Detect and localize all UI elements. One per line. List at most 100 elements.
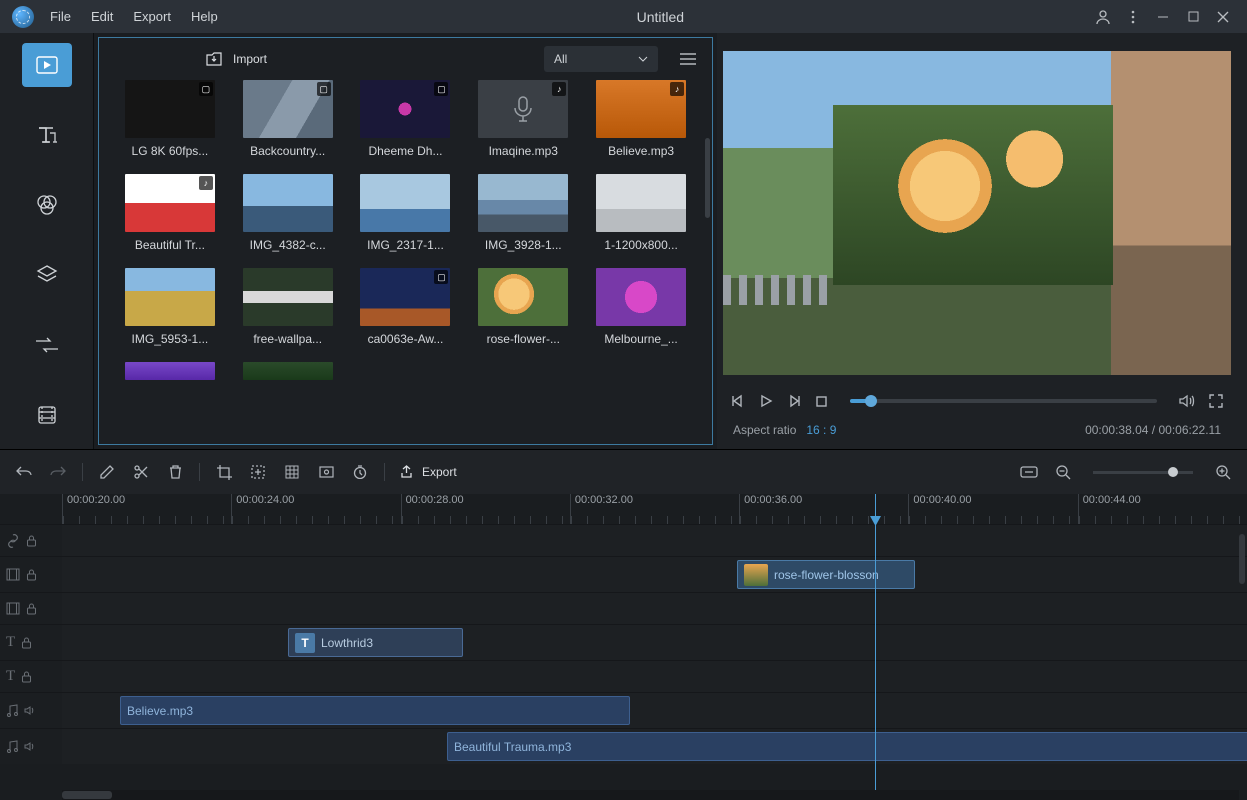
menu-edit[interactable]: Edit [83, 5, 121, 28]
split-button[interactable] [131, 465, 151, 479]
media-item[interactable]: IMG_5953-1... [117, 268, 223, 346]
menu-file[interactable]: File [42, 5, 79, 28]
mute-icon[interactable] [24, 705, 37, 716]
document-title: Untitled [226, 9, 1095, 25]
music-icon [6, 740, 18, 753]
close-icon[interactable] [1215, 9, 1231, 25]
clip-video-rose[interactable]: rose-flower-blosson [737, 560, 915, 589]
media-item[interactable]: IMG_3928-1... [470, 174, 576, 252]
seek-slider[interactable] [850, 399, 1157, 403]
media-type-badge-icon: ▢ [434, 82, 448, 96]
mosaic-button[interactable] [282, 465, 302, 479]
play-button[interactable] [759, 394, 773, 408]
media-item[interactable]: ♪Beautiful Tr... [117, 174, 223, 252]
preview-canvas[interactable] [723, 51, 1231, 375]
text-clip-icon: T [295, 633, 315, 653]
undo-button[interactable] [14, 465, 34, 479]
mute-icon[interactable] [24, 741, 37, 752]
crop-button[interactable] [214, 465, 234, 480]
lock-icon[interactable] [21, 637, 32, 649]
lock-icon[interactable] [26, 569, 37, 581]
media-item[interactable]: ♪Believe.mp3 [588, 80, 694, 158]
tool-overlays[interactable] [22, 253, 72, 297]
next-frame-button[interactable] [787, 394, 801, 408]
clip-audio-beautiful[interactable]: Beautiful Trauma.mp3 [447, 732, 1247, 761]
add-marker-button[interactable] [248, 465, 268, 479]
export-button[interactable]: Export [399, 465, 457, 479]
clip-audio-believe[interactable]: Believe.mp3 [120, 696, 630, 725]
media-grid: ▢LG 8K 60fps...▢Backcountry... ▢ Dheeme Dh… [99, 80, 712, 444]
minimize-icon[interactable] [1155, 9, 1171, 25]
account-icon[interactable] [1095, 9, 1111, 25]
edit-button[interactable] [97, 465, 117, 479]
media-item[interactable]: IMG_2317-1... [353, 174, 459, 252]
tool-text[interactable] [22, 113, 72, 157]
redo-button[interactable] [48, 465, 68, 479]
timeline-hscrollbar[interactable] [62, 790, 1239, 800]
media-item-label: Backcountry... [238, 144, 338, 158]
media-item[interactable]: 1-1200x800... [588, 174, 694, 252]
maximize-icon[interactable] [1185, 9, 1201, 25]
stop-button[interactable] [815, 395, 828, 408]
aspect-ratio-label: Aspect ratio [733, 423, 796, 437]
media-panel: Import All ▢LG 8K 60fps...▢Backcountry..… [98, 37, 713, 445]
fullscreen-button[interactable] [1209, 394, 1223, 408]
volume-button[interactable] [1179, 394, 1195, 408]
timeline-vscrollbar[interactable] [1239, 534, 1245, 584]
preview-pip-clip[interactable] [833, 105, 1113, 285]
fit-timeline-button[interactable] [1019, 466, 1039, 478]
media-item-label: Imaqine.mp3 [473, 144, 573, 158]
media-item[interactable] [117, 362, 223, 380]
lock-icon[interactable] [26, 535, 37, 547]
delete-button[interactable] [165, 465, 185, 479]
tool-filters[interactable] [22, 183, 72, 227]
kebab-menu-icon[interactable] [1125, 9, 1141, 25]
media-item-label: Dheeme Dh... [355, 144, 455, 158]
duration-button[interactable] [350, 465, 370, 479]
media-item[interactable] [235, 362, 341, 380]
import-button[interactable]: Import [115, 51, 267, 67]
aspect-ratio-value[interactable]: 16 : 9 [806, 423, 836, 437]
media-item[interactable]: free-wallpa... [235, 268, 341, 346]
tool-media[interactable] [22, 43, 72, 87]
media-item-label: IMG_5953-1... [120, 332, 220, 346]
zoom-out-button[interactable] [1053, 465, 1073, 480]
playhead[interactable] [875, 494, 876, 800]
prev-frame-button[interactable] [731, 394, 745, 408]
media-scrollbar[interactable] [705, 138, 710, 218]
media-item[interactable]: ▢Backcountry... [235, 80, 341, 158]
media-item[interactable]: IMG_4382-c... [235, 174, 341, 252]
media-item[interactable]: Melbourne_... [588, 268, 694, 346]
media-thumbnail [243, 174, 333, 232]
menu-export[interactable]: Export [125, 5, 179, 28]
preview-bg-decoration [1111, 51, 1231, 375]
media-item[interactable]: ♪Imaqine.mp3 [470, 80, 576, 158]
tool-elements[interactable] [22, 393, 72, 437]
zoom-slider[interactable] [1093, 471, 1193, 474]
freeze-frame-button[interactable] [316, 466, 336, 478]
media-filter-dropdown[interactable]: All [544, 46, 658, 72]
timeline-tracks: rose-flower-blosson T TLowthrid3 T Belie… [0, 524, 1247, 764]
filter-value: All [554, 52, 638, 66]
media-item[interactable]: rose-flower-... [470, 268, 576, 346]
list-view-toggle[interactable] [680, 52, 696, 66]
media-item-label: IMG_2317-1... [355, 238, 455, 252]
timeline-ruler[interactable]: 00:00:20.0000:00:24.0000:00:28.0000:00:3… [62, 494, 1247, 524]
left-toolstrip [0, 33, 94, 449]
zoom-in-button[interactable] [1213, 465, 1233, 480]
ruler-tick: 00:00:40.00 [908, 494, 1077, 524]
media-item[interactable]: ▢LG 8K 60fps... [117, 80, 223, 158]
tool-transitions[interactable] [22, 323, 72, 367]
ruler-tick: 00:00:32.00 [570, 494, 739, 524]
preview-panel: Aspect ratio 16 : 9 00:00:38.04 / 00:06:… [717, 33, 1247, 449]
media-item[interactable]: ▢ca0063e-Aw... [353, 268, 459, 346]
lock-icon[interactable] [21, 671, 32, 683]
media-item[interactable]: ▢ Dheeme Dh... [353, 80, 459, 158]
track-text-2: T [0, 660, 1247, 692]
clip-text-lowthrid[interactable]: TLowthrid3 [288, 628, 463, 657]
media-thumbnail: ▢ [360, 80, 450, 138]
clip-label: rose-flower-blosson [774, 568, 879, 582]
track-pip-video: rose-flower-blosson [0, 556, 1247, 592]
lock-icon[interactable] [26, 603, 37, 615]
menu-help[interactable]: Help [183, 5, 226, 28]
